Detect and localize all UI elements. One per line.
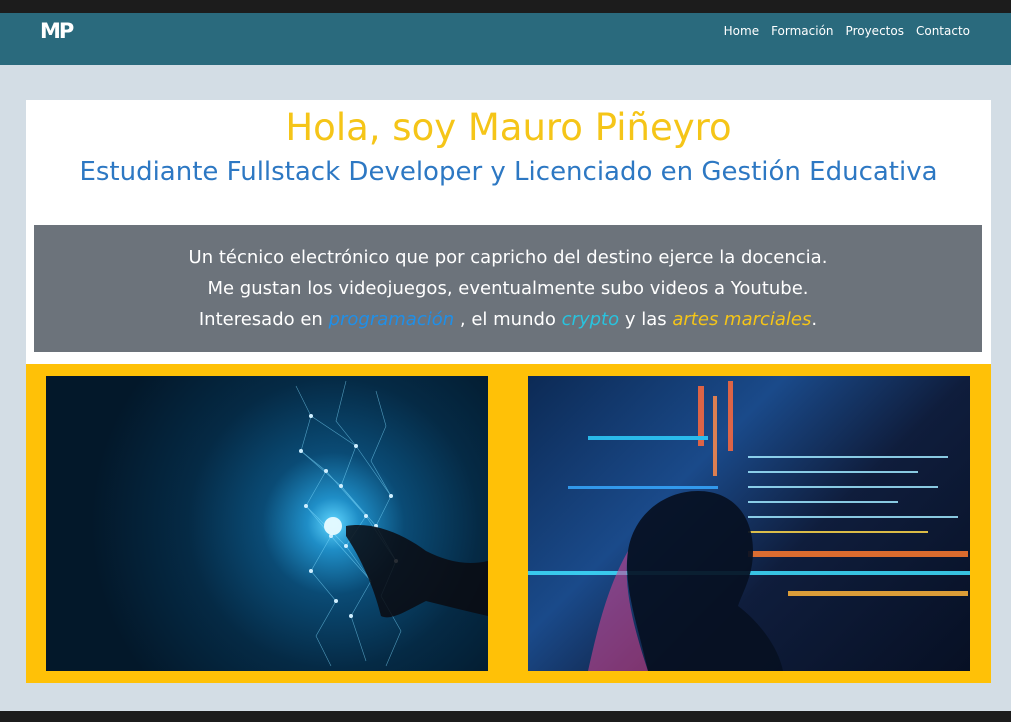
bottom-bar (0, 711, 1011, 722)
bio-line-2: Me gustan los videojuegos, eventualmente… (207, 278, 809, 299)
main-nav: Home Formación Proyectos Contacto (718, 24, 976, 38)
image-gallery (26, 364, 991, 683)
bio-line-1: Un técnico electrónico que por capricho … (188, 247, 828, 268)
code-graphic (528, 381, 970, 671)
hero-title: Hola, soy Mauro Piñeyro (285, 106, 732, 149)
nav-formacion-link[interactable]: Formación (765, 24, 839, 38)
nav-home-link[interactable]: Home (718, 24, 765, 38)
code-silhouette-image (528, 376, 970, 671)
navbar: MP Home Formación Proyectos Contacto (0, 13, 1011, 65)
bio-line-3: Interesado en programación , el mundo cr… (34, 304, 982, 335)
logo[interactable]: MP (40, 19, 74, 43)
bio-line-3-prefix: Interesado en (198, 309, 323, 330)
hero-section: Hola, soy Mauro Piñeyro Estudiante Fulls… (26, 100, 991, 364)
ai-network-hand-image (46, 376, 488, 671)
network-graphic (295, 380, 488, 667)
nav-contacto-link[interactable]: Contacto (910, 24, 976, 38)
interest-martial-arts: artes marciales (672, 309, 812, 330)
bio-panel: Un técnico electrónico que por capricho … (34, 225, 982, 352)
top-strip (0, 0, 1011, 13)
nav-proyectos-link[interactable]: Proyectos (840, 24, 910, 38)
bio-line-3-and: y las (624, 309, 667, 330)
bio-line-3-middle: , el mundo (459, 309, 556, 330)
interest-crypto: crypto (561, 309, 620, 330)
bio-line-3-end: . (811, 309, 818, 330)
interest-programming: programación (328, 309, 455, 330)
hero-subtitle: Estudiante Fullstack Developer y Licenci… (79, 157, 938, 187)
